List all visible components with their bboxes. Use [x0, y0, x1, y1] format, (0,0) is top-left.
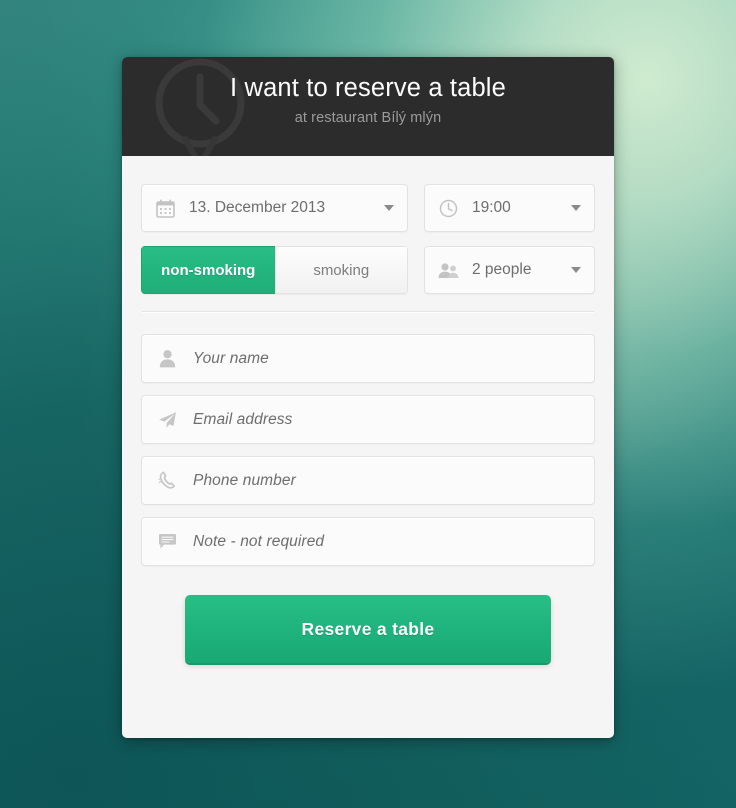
time-select[interactable]: 19:00 [424, 184, 595, 232]
time-value: 19:00 [472, 199, 511, 216]
reserve-table-button[interactable]: Reserve a table [185, 595, 551, 663]
phone-input[interactable]: Phone number [141, 456, 595, 505]
person-icon [155, 347, 179, 371]
people-select[interactable]: 2 people [424, 246, 595, 294]
page-title: I want to reserve a table [230, 74, 506, 102]
note-placeholder: Note - not required [193, 532, 325, 550]
chevron-down-icon[interactable] [571, 205, 581, 211]
submit-area: Reserve a table [141, 578, 595, 663]
card-header: I want to reserve a table at restaurant … [122, 57, 614, 156]
seating-row: non-smoking smoking 2 people [141, 246, 595, 294]
phone-placeholder: Phone number [193, 471, 296, 489]
datetime-row: 13. December 2013 19:00 [141, 184, 595, 232]
comment-icon [155, 530, 179, 554]
email-input[interactable]: Email address [141, 395, 595, 444]
clock-icon [436, 196, 460, 220]
header-text-block: I want to reserve a table at restaurant … [122, 57, 614, 126]
calendar-icon [153, 196, 177, 220]
chevron-down-icon[interactable] [571, 267, 581, 273]
paper-plane-icon [155, 408, 179, 432]
phone-icon [155, 469, 179, 493]
email-placeholder: Email address [193, 410, 293, 428]
chevron-down-icon[interactable] [384, 205, 394, 211]
note-input[interactable]: Note - not required [141, 517, 595, 566]
card-body: 13. December 2013 19:00 non-smoking smok… [122, 156, 614, 663]
name-input[interactable]: Your name [141, 334, 595, 383]
name-placeholder: Your name [193, 349, 269, 367]
smoking-toggle-group: non-smoking smoking [141, 246, 408, 294]
restaurant-subtitle: at restaurant Bílý mlýn [294, 110, 442, 127]
reservation-card: I want to reserve a table at restaurant … [122, 57, 614, 738]
date-select[interactable]: 13. December 2013 [141, 184, 408, 232]
toggle-smoking[interactable]: smoking [274, 246, 408, 294]
people-group-icon [436, 258, 460, 282]
people-value: 2 people [472, 261, 532, 278]
header-notch [358, 155, 378, 156]
toggle-non-smoking[interactable]: non-smoking [141, 246, 275, 294]
section-divider [142, 311, 594, 312]
date-value: 13. December 2013 [189, 199, 326, 216]
